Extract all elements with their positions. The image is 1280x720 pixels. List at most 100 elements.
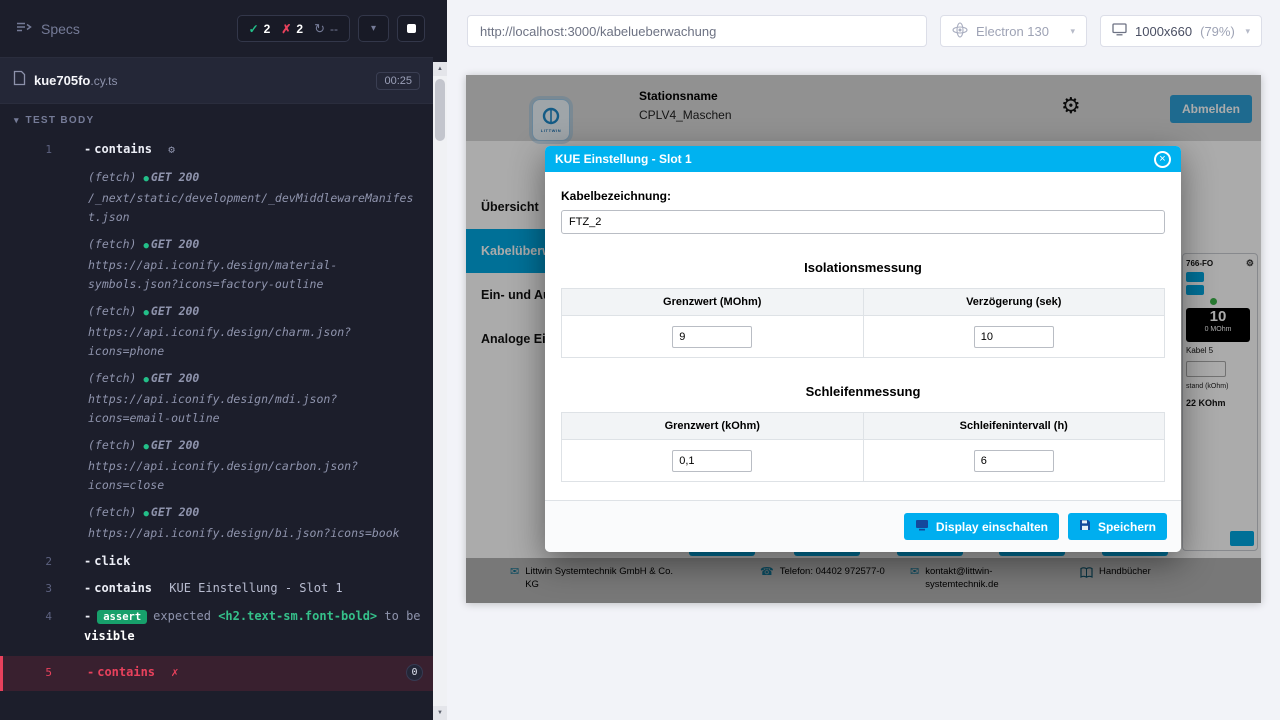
command-row-contains-failed[interactable]: 5 -contains ✗ 0 bbox=[0, 656, 433, 691]
fetch-tag: (fetch) bbox=[88, 170, 136, 184]
chevron-down-icon: ▾ bbox=[371, 23, 376, 34]
modal-body: Kabelbezeichnung: Isolationsmessung Gren… bbox=[545, 172, 1181, 482]
check-icon: ✓ bbox=[249, 22, 259, 36]
spec-file-icon bbox=[13, 70, 26, 91]
command-name: contains bbox=[97, 665, 155, 679]
status-dot-icon: ● bbox=[143, 442, 148, 452]
reporter-header: Specs ✓2 ✗2 ↻-- ▾ bbox=[0, 0, 433, 58]
specs-label[interactable]: Specs bbox=[41, 21, 80, 37]
row-number: 1 bbox=[0, 141, 52, 158]
kabelbezeichnung-input[interactable] bbox=[561, 210, 1165, 234]
test-body-section[interactable]: ▾ TEST BODY bbox=[0, 104, 94, 136]
status-dot-icon: ● bbox=[143, 375, 148, 385]
scroll-down-button[interactable]: ▼ bbox=[433, 706, 447, 720]
spec-file-row[interactable]: kue705fo .cy.ts 00:25 bbox=[0, 58, 433, 104]
isolation-table: Grenzwert (MOhm) Verzögerung (sek) bbox=[561, 288, 1165, 358]
command-row-assert[interactable]: 4 -assertexpected <h2.text-sm.font-bold>… bbox=[0, 602, 433, 651]
scrollbar-thumb[interactable] bbox=[435, 79, 445, 141]
electron-icon bbox=[952, 22, 968, 41]
command-name: contains bbox=[94, 581, 152, 595]
loop-col-intervall: Schleifenintervall (h) bbox=[863, 413, 1165, 440]
loop-intervall-input[interactable] bbox=[974, 450, 1054, 472]
stop-icon bbox=[407, 24, 416, 33]
stat-passed: ✓2 bbox=[249, 22, 271, 36]
gear-icon: ⚙ bbox=[168, 143, 175, 156]
isolation-heading: Isolationsmessung bbox=[561, 260, 1165, 275]
specs-list-icon[interactable] bbox=[16, 20, 32, 38]
iso-verzoegerung-input[interactable] bbox=[974, 326, 1054, 348]
network-log-row[interactable]: (fetch)●GET 200 https://api.iconify.desi… bbox=[0, 232, 433, 297]
network-log-row[interactable]: (fetch)●GET 200 https://api.iconify.desi… bbox=[0, 366, 433, 431]
cross-icon: ✗ bbox=[281, 22, 291, 36]
fetch-status: GET 200 bbox=[151, 304, 199, 318]
viewport-size: 1000x660 bbox=[1135, 24, 1192, 39]
assert-expected: expected bbox=[153, 609, 211, 623]
schleifen-heading: Schleifenmessung bbox=[561, 384, 1165, 399]
collapse-toggle-button[interactable]: ▾ bbox=[358, 15, 389, 42]
command-argument: KUE Einstellung - Slot 1 bbox=[169, 581, 342, 595]
display-einschalten-button[interactable]: Display einschalten bbox=[904, 513, 1059, 540]
fetch-url: /_next/static/development/_devMiddleware… bbox=[88, 191, 413, 224]
command-row-click[interactable]: 2 -click bbox=[0, 548, 433, 575]
save-icon bbox=[1079, 519, 1091, 534]
fetch-status: GET 200 bbox=[151, 237, 199, 251]
viewport-select[interactable]: 1000x660 (79%) ▾ bbox=[1100, 15, 1262, 47]
command-name: click bbox=[94, 554, 130, 568]
chevron-down-icon: ▾ bbox=[1070, 26, 1075, 37]
error-count-badge: 0 bbox=[406, 664, 423, 681]
command-row-contains-1[interactable]: 1 -contains ⚙ bbox=[0, 136, 433, 163]
refresh-icon: ↻ bbox=[314, 21, 325, 37]
assert-badge: assert bbox=[97, 610, 147, 624]
browser-select[interactable]: Electron 130 ▾ bbox=[940, 15, 1087, 47]
assert-selector: <h2.text-sm.font-bold> bbox=[218, 609, 377, 623]
iso-col-grenzwert: Grenzwert (MOhm) bbox=[562, 289, 864, 316]
spec-timer: 00:25 bbox=[376, 72, 420, 90]
status-dot-icon: ● bbox=[143, 174, 148, 184]
stat-pending: ↻-- bbox=[314, 21, 338, 37]
network-log-row[interactable]: (fetch) ●GET 200 /_next/static/developmen… bbox=[0, 165, 433, 230]
preview-pane: Electron 130 ▾ 1000x660 (79%) ▾ LITTWIN … bbox=[447, 0, 1280, 720]
row-number: 2 bbox=[0, 553, 52, 570]
row-number: 4 bbox=[0, 607, 52, 626]
status-dot-icon: ● bbox=[143, 509, 148, 519]
schleifen-table: Grenzwert (kOhm) Schleifenintervall (h) bbox=[561, 412, 1165, 482]
arrow-up-icon: ▲ bbox=[437, 66, 443, 72]
loop-grenzwert-input[interactable] bbox=[672, 450, 752, 472]
speichern-button[interactable]: Speichern bbox=[1068, 513, 1167, 540]
test-stats[interactable]: ✓2 ✗2 ↻-- bbox=[237, 15, 350, 42]
fetch-tag: (fetch) bbox=[88, 304, 136, 318]
fetch-status: GET 200 bbox=[151, 505, 199, 519]
network-log-row[interactable]: (fetch) ●GET 200 https://api.iconify.desi… bbox=[0, 433, 433, 498]
iso-grenzwert-input[interactable] bbox=[672, 326, 752, 348]
browser-name: Electron 130 bbox=[976, 24, 1049, 39]
command-row-contains-2[interactable]: 3 -contains KUE Einstellung - Slot 1 bbox=[0, 575, 433, 602]
arrow-down-icon: ▼ bbox=[437, 710, 443, 716]
viewport-zoom: (79%) bbox=[1200, 24, 1235, 39]
fetch-tag: (fetch) bbox=[88, 237, 136, 251]
iso-col-verzoegerung: Verzögerung (sek) bbox=[863, 289, 1165, 316]
reporter-scrollbar[interactable]: ▲ ▼ bbox=[433, 62, 447, 720]
fail-cross-icon: ✗ bbox=[171, 665, 178, 679]
fetch-tag: (fetch) bbox=[88, 505, 136, 519]
fetch-tag: (fetch) bbox=[88, 438, 136, 452]
spec-extension: .cy.ts bbox=[90, 74, 117, 88]
fetch-status: GET 200 bbox=[151, 438, 199, 452]
fetch-url: https://api.iconify.design/material-symb… bbox=[88, 258, 337, 291]
fetch-url: https://api.iconify.design/charm.json?ic… bbox=[88, 325, 351, 358]
close-icon[interactable]: × bbox=[1154, 151, 1171, 168]
status-dot-icon: ● bbox=[143, 308, 148, 318]
stop-button[interactable] bbox=[397, 15, 425, 42]
fetch-status: GET 200 bbox=[151, 170, 199, 184]
row-number: 3 bbox=[0, 580, 52, 597]
network-log-row[interactable]: (fetch)●GET 200 https://api.iconify.desi… bbox=[0, 500, 433, 546]
display-icon bbox=[915, 519, 929, 534]
scroll-up-button[interactable]: ▲ bbox=[433, 62, 447, 76]
chevron-down-icon: ▾ bbox=[14, 115, 19, 126]
fetch-tag: (fetch) bbox=[88, 371, 136, 385]
fetch-url: https://api.iconify.design/carbon.json?i… bbox=[88, 459, 358, 492]
cypress-reporter: Specs ✓2 ✗2 ↻-- ▾ kue705fo .cy.ts 00:25 … bbox=[0, 0, 447, 720]
section-label: TEST BODY bbox=[26, 115, 95, 126]
command-log: 1 -contains ⚙ (fetch)●GET 200 /_next/sta… bbox=[0, 136, 433, 691]
network-log-row[interactable]: (fetch) ●GET 200 https://api.iconify.desi… bbox=[0, 299, 433, 364]
url-input[interactable] bbox=[467, 15, 927, 47]
